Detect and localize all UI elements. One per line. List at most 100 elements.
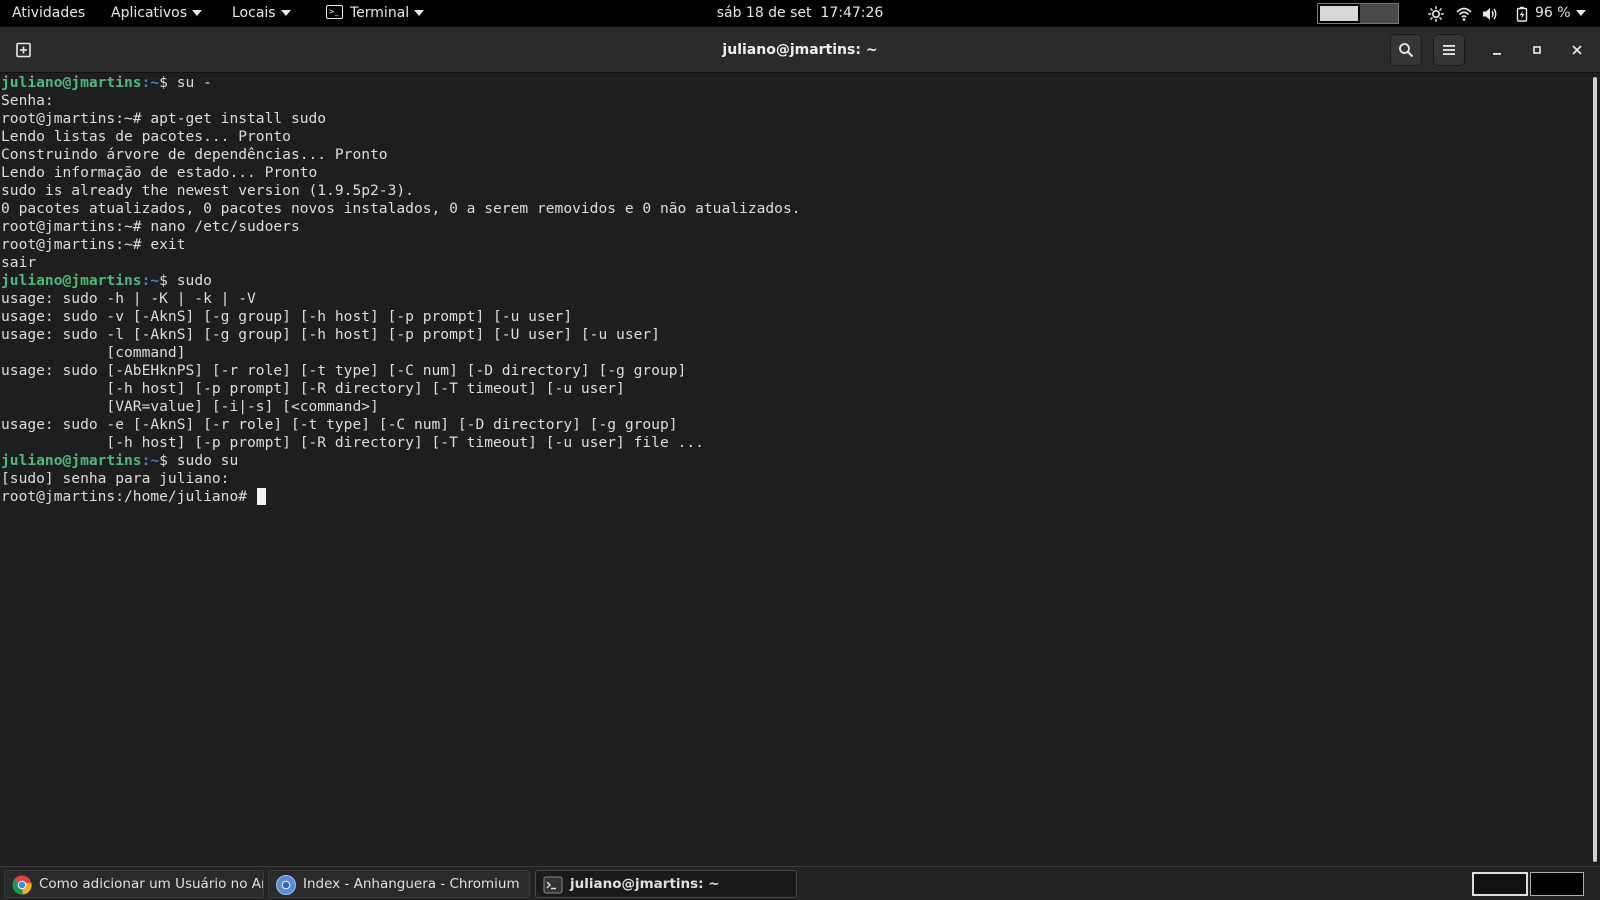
terminal-line-text: $ sudo su xyxy=(159,452,239,469)
taskbar-item-chrome[interactable]: Como adicionar um Usuário no Ar... xyxy=(4,870,264,898)
window-header-bar: juliano@jmartins: ~ xyxy=(0,27,1600,73)
bottom-taskbar: Como adicionar um Usuário no Ar... Index… xyxy=(0,866,1600,900)
taskbar-item-label: juliano@jmartins: ~ xyxy=(570,876,720,892)
terminal-line-text: Lendo informação de estado... Pronto xyxy=(1,164,318,181)
workspace-1[interactable] xyxy=(1318,4,1360,23)
app-menu-label: Terminal xyxy=(350,5,410,21)
prompt-user: juliano@jmartins xyxy=(1,272,142,289)
brightness-icon[interactable] xyxy=(1428,6,1444,22)
maximize-icon xyxy=(1533,46,1541,54)
terminal-line: [-h host] [-p prompt] [-R directory] [-T… xyxy=(1,434,801,452)
terminal-line-text: root@jmartins:/home/juliano# xyxy=(1,488,256,505)
workspace-switcher-bottom[interactable] xyxy=(1472,872,1584,896)
scrollbar-thumb[interactable] xyxy=(1593,77,1597,862)
terminal-line: sudo is already the newest version (1.9.… xyxy=(1,182,801,200)
volume-icon[interactable] xyxy=(1482,6,1498,22)
clock-label: sáb 18 de set 17:47:26 xyxy=(716,5,884,21)
terminal-line: Construindo árvore de dependências... Pr… xyxy=(1,146,801,164)
app-menu[interactable]: >_ Terminal xyxy=(326,0,425,27)
places-menu[interactable]: Locais xyxy=(232,0,291,27)
close-icon xyxy=(1572,45,1582,55)
search-button[interactable] xyxy=(1390,34,1422,66)
close-button[interactable] xyxy=(1561,34,1593,66)
terminal-line-text: 0 pacotes atualizados, 0 pacotes novos i… xyxy=(1,200,801,217)
terminal-line: usage: sudo -e [-AknS] [-r role] [-t typ… xyxy=(1,416,801,434)
chevron-down-icon xyxy=(192,10,203,16)
terminal-line-text: Senha: xyxy=(1,92,54,109)
terminal-line: sair xyxy=(1,254,801,272)
workspace-1[interactable] xyxy=(1472,872,1528,896)
top-bar: Atividades Aplicativos Locais >_ Terminal… xyxy=(0,0,1600,27)
terminal-line: [sudo] senha para juliano: xyxy=(1,470,801,488)
terminal-line-text: $ su - xyxy=(159,74,212,91)
chevron-down-icon xyxy=(414,10,425,16)
terminal-line-text: usage: sudo -e [-AknS] [-r role] [-t typ… xyxy=(1,416,678,433)
terminal-line-text: [sudo] senha para juliano: xyxy=(1,470,230,487)
terminal-line: root@jmartins:/home/juliano# xyxy=(1,488,801,506)
terminal-line-text: Construindo árvore de dependências... Pr… xyxy=(1,146,388,163)
clock[interactable]: sáb 18 de set 17:47:26 xyxy=(717,0,884,27)
prompt-path: :~ xyxy=(141,272,160,289)
prompt-path: :~ xyxy=(141,452,160,469)
workspace-2[interactable] xyxy=(1360,4,1398,23)
prompt-user: juliano@jmartins xyxy=(1,452,142,469)
terminal-line: usage: sudo [-AbEHknPS] [-r role] [-t ty… xyxy=(1,362,801,380)
terminal-line-text: usage: sudo -h | -K | -k | -V xyxy=(1,290,256,307)
terminal-line: juliano@jmartins:~$ su - xyxy=(1,74,801,92)
terminal-line-text: usage: sudo -v [-AknS] [-g group] [-h ho… xyxy=(1,308,573,325)
workspace-2[interactable] xyxy=(1530,872,1584,896)
terminal-line-text: [-h host] [-p prompt] [-R directory] [-T… xyxy=(1,380,625,397)
terminal-text: juliano@jmartins:~$ su - Senha: root@jmart… xyxy=(1,74,801,506)
activities-button[interactable]: Atividades xyxy=(12,0,85,27)
terminal-line-text: sair xyxy=(1,254,37,271)
terminal-line: 0 pacotes atualizados, 0 pacotes novos i… xyxy=(1,200,801,218)
terminal-output[interactable]: juliano@jmartins:~$ su - Senha: root@jmart… xyxy=(0,73,1590,866)
battery-icon[interactable] xyxy=(1514,6,1530,22)
terminal-line: Senha: xyxy=(1,92,801,110)
window-title: juliano@jmartins: ~ xyxy=(722,42,878,58)
terminal-line-text: [-h host] [-p prompt] [-R directory] [-T… xyxy=(1,434,704,451)
prompt-path: :~ xyxy=(141,74,160,91)
terminal-line-text: usage: sudo [-AbEHknPS] [-r role] [-t ty… xyxy=(1,362,687,379)
terminal-line-text: Lendo listas de pacotes... Pronto xyxy=(1,128,291,145)
hamburger-menu-icon xyxy=(1443,45,1455,55)
chrome-icon xyxy=(12,875,32,895)
terminal-line: [-h host] [-p prompt] [-R directory] [-T… xyxy=(1,380,801,398)
places-label: Locais xyxy=(232,5,276,21)
chevron-down-icon xyxy=(1575,10,1586,16)
terminal-line: root@jmartins:~# nano /etc/sudoers xyxy=(1,218,801,236)
terminal-line-text: [command] xyxy=(1,344,186,361)
battery-percentage: 96 % xyxy=(1535,5,1571,21)
terminal-line: juliano@jmartins:~$ sudo su xyxy=(1,452,801,470)
workspace-switcher[interactable] xyxy=(1317,3,1399,24)
taskbar-item-label: Como adicionar um Usuário no Ar... xyxy=(39,876,264,892)
applications-label: Aplicativos xyxy=(111,5,188,21)
terminal-line: [command] xyxy=(1,344,801,362)
search-icon xyxy=(1399,43,1414,58)
maximize-button[interactable] xyxy=(1521,34,1553,66)
applications-menu[interactable]: Aplicativos xyxy=(111,0,203,27)
terminal-scrollbar[interactable] xyxy=(1590,73,1600,866)
terminal-line: root@jmartins:~# exit xyxy=(1,236,801,254)
chromium-icon xyxy=(276,875,296,895)
terminal-line: usage: sudo -v [-AknS] [-g group] [-h ho… xyxy=(1,308,801,326)
minimize-button[interactable] xyxy=(1481,34,1513,66)
terminal-line-text: root@jmartins:~# nano /etc/sudoers xyxy=(1,218,300,235)
taskbar-item-chromium[interactable]: Index - Anhanguera - Chromium xyxy=(268,870,530,898)
activities-label: Atividades xyxy=(12,5,86,21)
chevron-down-icon xyxy=(280,10,291,16)
taskbar-item-terminal[interactable]: juliano@jmartins: ~ xyxy=(535,870,797,898)
terminal-line-text: sudo is already the newest version (1.9.… xyxy=(1,182,414,199)
taskbar-item-label: Index - Anhanguera - Chromium xyxy=(303,876,520,892)
minimize-icon xyxy=(1493,53,1501,55)
terminal-line: Lendo listas de pacotes... Pronto xyxy=(1,128,801,146)
terminal-line-text: [VAR=value] [-i|-s] [<command>] xyxy=(1,398,379,415)
menu-button[interactable] xyxy=(1433,34,1465,66)
wifi-icon[interactable] xyxy=(1456,6,1472,22)
terminal-cursor xyxy=(256,488,266,505)
terminal-line: root@jmartins:~# apt-get install sudo xyxy=(1,110,801,128)
terminal-line-text: root@jmartins:~# apt-get install sudo xyxy=(1,110,327,127)
battery-status[interactable]: 96 % xyxy=(1535,0,1586,27)
terminal-line: usage: sudo -h | -K | -k | -V xyxy=(1,290,801,308)
terminal-line: Lendo informação de estado... Pronto xyxy=(1,164,801,182)
